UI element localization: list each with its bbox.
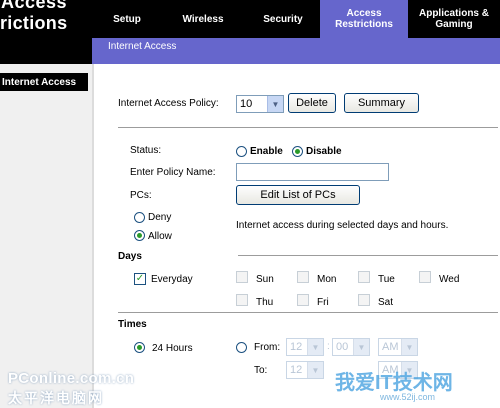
site-url-watermark: www.52ij.com bbox=[380, 392, 436, 402]
mon-checkbox[interactable] bbox=[297, 271, 309, 283]
mon-label: Mon bbox=[317, 274, 337, 285]
chevron-down-icon: ▼ bbox=[307, 339, 323, 355]
from-hour-select[interactable]: 12 ▼ bbox=[286, 338, 324, 356]
brand-title: Access rictions bbox=[0, 0, 92, 64]
from-minute-select[interactable]: 00 ▼ bbox=[332, 338, 370, 356]
chevron-down-icon: ▼ bbox=[307, 362, 323, 378]
left-sidebar bbox=[0, 64, 92, 408]
allow-label: Allow bbox=[148, 231, 172, 242]
subnav-internet-access[interactable]: Internet Access bbox=[108, 41, 176, 52]
pconline-watermark: PConline.com.cn bbox=[8, 370, 135, 387]
sun-label: Sun bbox=[256, 274, 274, 285]
status-disable-label: Disable bbox=[306, 146, 342, 157]
tue-label: Tue bbox=[378, 274, 395, 285]
everyday-checkbox[interactable]: ✓ bbox=[134, 273, 146, 285]
chevron-down-icon: ▼ bbox=[353, 339, 369, 355]
thu-checkbox[interactable] bbox=[236, 294, 248, 306]
wed-checkbox[interactable] bbox=[419, 271, 431, 283]
chevron-down-icon: ▼ bbox=[267, 96, 283, 112]
chevron-down-icon: ▼ bbox=[401, 339, 417, 355]
divider bbox=[118, 127, 498, 128]
policy-label: Internet Access Policy: bbox=[118, 98, 219, 109]
brand-title-line2: rictions bbox=[0, 13, 68, 33]
from-hour-value: 12 bbox=[290, 341, 303, 353]
from-label: From: bbox=[254, 342, 281, 353]
sat-label: Sat bbox=[378, 297, 394, 308]
times-title: Times bbox=[118, 319, 147, 330]
tab-security[interactable]: Security bbox=[244, 0, 322, 38]
fri-checkbox[interactable] bbox=[297, 294, 309, 306]
policy-select[interactable]: 10 ▼ bbox=[236, 95, 284, 113]
from-time-radio[interactable] bbox=[236, 342, 247, 353]
thu-label: Thu bbox=[256, 297, 274, 308]
policy-select-value: 10 bbox=[240, 98, 253, 110]
top-navigation: Setup Wireless Security Access Restricti… bbox=[92, 0, 500, 38]
pconline-cn-watermark: 太平洋电脑网 bbox=[8, 390, 104, 406]
status-label: Status: bbox=[130, 145, 162, 156]
delete-button[interactable]: Delete bbox=[288, 93, 336, 113]
from-ampm-select[interactable]: AM ▼ bbox=[378, 338, 418, 356]
section-label: Internet Access bbox=[0, 73, 88, 91]
tab-applications-gaming[interactable]: Applications & Gaming bbox=[408, 0, 500, 38]
tab-access-restrictions[interactable]: Access Restrictions bbox=[320, 0, 408, 38]
summary-button[interactable]: Summary bbox=[344, 93, 419, 113]
edit-list-of-pcs-button[interactable]: Edit List of PCs bbox=[236, 185, 360, 205]
24-hours-label: 24 Hours bbox=[152, 343, 193, 354]
deny-label: Deny bbox=[148, 212, 172, 223]
sun-checkbox[interactable] bbox=[236, 271, 248, 283]
to-hour-select[interactable]: 12 ▼ bbox=[286, 361, 324, 379]
policy-name-label: Enter Policy Name: bbox=[130, 167, 216, 178]
to-hour-value: 12 bbox=[290, 364, 303, 376]
site-watermark: 我爱IT技术网 bbox=[335, 372, 453, 394]
tab-setup[interactable]: Setup bbox=[92, 0, 162, 38]
status-enable-label: Enable bbox=[250, 146, 283, 157]
pcs-label: PCs: bbox=[130, 190, 152, 201]
24-hours-radio[interactable] bbox=[134, 342, 145, 353]
everyday-label: Everyday bbox=[151, 274, 193, 285]
fri-label: Fri bbox=[317, 297, 329, 308]
sat-checkbox[interactable] bbox=[358, 294, 370, 306]
status-enable-radio[interactable] bbox=[236, 146, 247, 157]
deny-radio[interactable] bbox=[134, 212, 145, 223]
from-ampm-value: AM bbox=[382, 341, 399, 353]
brand-title-line1: Access bbox=[1, 0, 68, 12]
policy-name-field[interactable] bbox=[236, 163, 389, 181]
wed-label: Wed bbox=[439, 274, 460, 285]
to-label: To: bbox=[254, 365, 268, 376]
tab-wireless[interactable]: Wireless bbox=[162, 0, 244, 38]
tue-checkbox[interactable] bbox=[358, 271, 370, 283]
status-disable-radio[interactable] bbox=[292, 146, 303, 157]
divider bbox=[238, 255, 498, 256]
from-minute-value: 00 bbox=[336, 341, 349, 353]
divider bbox=[118, 312, 498, 313]
days-title: Days bbox=[118, 251, 142, 262]
sub-navigation: Internet Access bbox=[92, 38, 500, 64]
access-note: Internet access during selected days and… bbox=[236, 220, 449, 231]
time-colon: : bbox=[327, 341, 330, 352]
allow-radio[interactable] bbox=[134, 230, 145, 241]
